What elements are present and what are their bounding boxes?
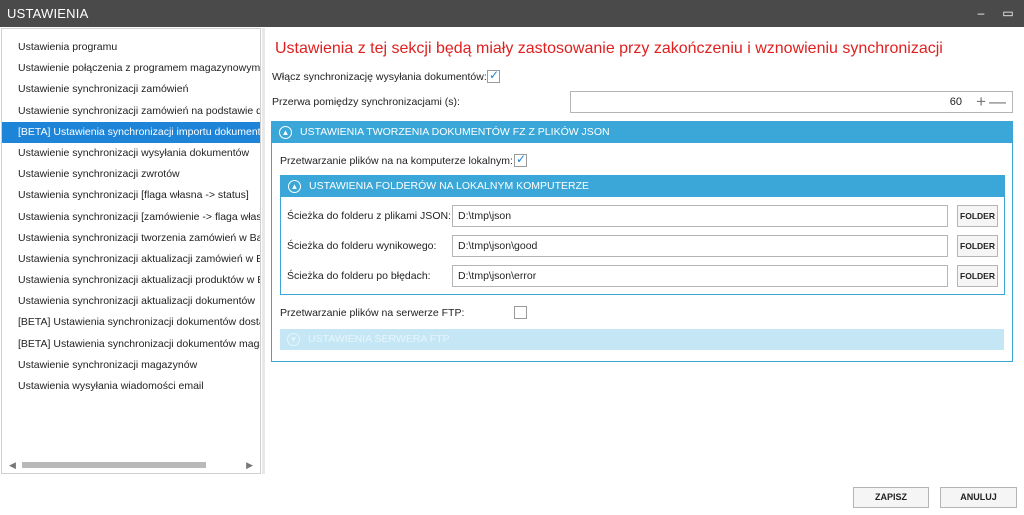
- settings-panel: Ustawienia z tej sekcji będą miały zasto…: [265, 28, 1023, 474]
- checkmark-icon: ✓: [516, 152, 527, 166]
- sidebar-item[interactable]: Ustawienie synchronizacji wysyłania doku…: [2, 143, 260, 164]
- minimize-icon[interactable]: –: [973, 4, 989, 22]
- save-button[interactable]: ZAPISZ: [853, 487, 929, 508]
- sidebar-item-selected[interactable]: [BETA] Ustawienia synchronizacji importu…: [2, 121, 260, 143]
- scrollbar-thumb[interactable]: [22, 462, 206, 468]
- sidebar-item[interactable]: Ustawienia synchronizacji aktualizacji p…: [2, 270, 260, 291]
- maximize-icon[interactable]: ▭: [1000, 4, 1016, 22]
- result-folder-button[interactable]: FOLDER: [957, 235, 998, 257]
- enable-sync-label: Włącz synchronizację wysyłania dokumentó…: [272, 71, 487, 83]
- sidebar-item[interactable]: Ustawienia wysyłania wiadomości email: [2, 376, 260, 397]
- title-bar: USTAWIENIA – ▭: [0, 0, 1024, 27]
- chevron-down-icon[interactable]: ▼: [287, 333, 300, 346]
- sidebar-item[interactable]: Ustawienia synchronizacji [zamówienie ->…: [2, 207, 260, 228]
- sidebar-item[interactable]: Ustawienia synchronizacji aktualizacji z…: [2, 249, 260, 270]
- sidebar-item[interactable]: [BETA] Ustawienia synchronizacji dokumen…: [2, 312, 260, 333]
- ftp-group-header[interactable]: ▼ USTAWIENIA SERWERA FTP: [280, 329, 1004, 350]
- json-group-header[interactable]: ▲ USTAWIENIA TWORZENIA DOKUMENTÓW FZ Z P…: [272, 122, 1012, 143]
- result-folder-input[interactable]: D:\tmp\json\good: [452, 235, 948, 257]
- enable-sync-checkbox[interactable]: ✓: [487, 68, 500, 83]
- json-folder-input[interactable]: D:\tmp\json: [452, 205, 948, 227]
- sidebar-item[interactable]: Ustawienia synchronizacji [flaga własna …: [2, 185, 260, 206]
- error-folder-input[interactable]: D:\tmp\json\error: [452, 265, 948, 287]
- json-documents-group: ▲ USTAWIENIA TWORZENIA DOKUMENTÓW FZ Z P…: [271, 121, 1013, 362]
- error-folder-button[interactable]: FOLDER: [957, 265, 998, 287]
- json-folder-button[interactable]: FOLDER: [957, 205, 998, 227]
- folders-group-header[interactable]: ▲ USTAWIENIA FOLDERÓW NA LOKALNYM KOMPUT…: [281, 176, 1004, 197]
- interval-label: Przerwa pomiędzy synchronizacjami (s):: [272, 96, 460, 108]
- interval-value: 60: [949, 96, 962, 108]
- section-headline: Ustawienia z tej sekcji będą miały zasto…: [275, 40, 943, 57]
- json-group-title: USTAWIENIA TWORZENIA DOKUMENTÓW FZ Z PLI…: [300, 126, 610, 138]
- ftp-group-title: USTAWIENIA SERWERA FTP: [308, 333, 450, 345]
- folders-group-title: USTAWIENIA FOLDERÓW NA LOKALNYM KOMPUTER…: [309, 180, 590, 192]
- checkmark-icon: ✓: [489, 68, 500, 82]
- sidebar-item[interactable]: Ustawienie synchronizacji zwrotów: [2, 164, 260, 185]
- sidebar-item[interactable]: Ustawienia synchronizacji tworzenia zamó…: [2, 228, 260, 249]
- ftp-processing-label: Przetwarzanie plików na serwerze FTP:: [280, 307, 465, 319]
- error-folder-label: Ścieżka do folderu po błędach:: [287, 270, 431, 282]
- settings-list: Ustawienia programu Ustawienie połączeni…: [2, 29, 260, 397]
- settings-sidebar: Ustawienia programu Ustawienie połączeni…: [1, 28, 261, 474]
- sidebar-item[interactable]: [BETA] Ustawienia synchronizacji dokumen…: [2, 334, 260, 355]
- scroll-right-icon[interactable]: ▶: [246, 460, 253, 471]
- chevron-up-icon[interactable]: ▲: [279, 126, 292, 139]
- json-folder-label: Ścieżka do folderu z plikami JSON:: [287, 210, 451, 222]
- local-processing-label: Przetwarzanie plików na na komputerze lo…: [280, 155, 513, 167]
- interval-stepper[interactable]: 60 + —: [570, 91, 1013, 113]
- ftp-processing-checkbox[interactable]: [514, 306, 527, 319]
- sidebar-item[interactable]: Ustawienia synchronizacji aktualizacji d…: [2, 291, 260, 312]
- sidebar-item[interactable]: Ustawienie synchronizacji zamówień: [2, 79, 260, 100]
- sidebar-item[interactable]: Ustawienie połączenia z programem magazy…: [2, 58, 260, 79]
- sidebar-item[interactable]: Ustawienia programu: [2, 37, 260, 58]
- chevron-up-icon[interactable]: ▲: [288, 180, 301, 193]
- sidebar-item[interactable]: Ustawienie synchronizacji magazynów: [2, 355, 260, 376]
- plus-icon[interactable]: +: [976, 92, 986, 112]
- window-title: USTAWIENIA: [7, 6, 89, 21]
- scroll-left-icon[interactable]: ◀: [9, 460, 16, 471]
- sidebar-item[interactable]: Ustawienie synchronizacji zamówień na po…: [2, 101, 260, 122]
- local-processing-checkbox[interactable]: ✓: [514, 152, 527, 167]
- cancel-button[interactable]: ANULUJ: [940, 487, 1017, 508]
- local-folders-group: ▲ USTAWIENIA FOLDERÓW NA LOKALNYM KOMPUT…: [280, 175, 1005, 295]
- result-folder-label: Ścieżka do folderu wynikowego:: [287, 240, 437, 252]
- minus-icon[interactable]: —: [989, 92, 1006, 112]
- horizontal-scrollbar[interactable]: ◀ ▶: [3, 458, 259, 472]
